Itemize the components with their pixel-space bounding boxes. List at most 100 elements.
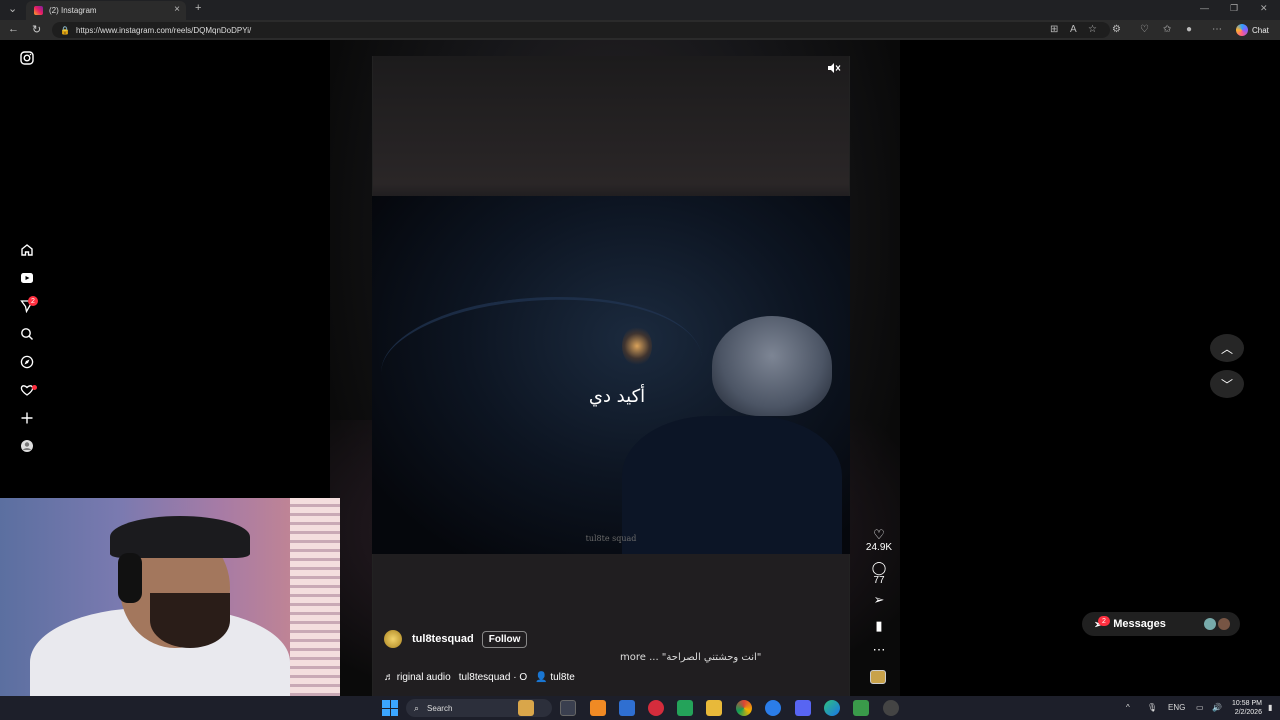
browser-essentials-icon[interactable]: ♡ xyxy=(1140,24,1149,35)
widget-icon[interactable] xyxy=(518,700,534,716)
media-player-icon[interactable] xyxy=(853,700,869,716)
language-indicator[interactable]: ENG xyxy=(1168,703,1185,712)
back-icon[interactable]: ← xyxy=(8,23,19,35)
person-cap xyxy=(110,516,250,558)
bookmark-icon: ▮ xyxy=(875,618,883,633)
minimize-icon[interactable]: — xyxy=(1200,3,1209,13)
app-icon[interactable] xyxy=(883,700,899,716)
read-aloud-icon[interactable]: A xyxy=(1070,24,1077,35)
favorites-icon[interactable]: ✩ xyxy=(1163,24,1171,35)
network-icon[interactable]: ▭ xyxy=(1196,703,1204,712)
chevron-down-icon: ﹀ xyxy=(1220,377,1233,392)
more-menu-icon[interactable]: ⋯ xyxy=(1212,24,1222,35)
task-view-icon[interactable] xyxy=(560,700,576,716)
close-window-icon[interactable]: ✕ xyxy=(1260,3,1268,14)
home-icon[interactable] xyxy=(18,241,36,259)
xbox-icon[interactable] xyxy=(677,700,693,716)
copilot-icon xyxy=(1236,24,1248,36)
windows-start-icon[interactable] xyxy=(382,700,398,716)
comment-button[interactable]: ◯ 77 xyxy=(862,560,896,587)
heart-icon[interactable] xyxy=(18,381,36,399)
file-explorer-icon[interactable] xyxy=(706,700,722,716)
next-reel-button[interactable]: ﹀ xyxy=(1210,370,1244,398)
microphone-icon[interactable]: 🎙 xyxy=(1147,703,1157,712)
discord-icon[interactable] xyxy=(795,700,811,716)
video-subtitle: أكيد دي xyxy=(588,386,646,407)
profile-avatar-icon[interactable]: ● xyxy=(1186,24,1192,35)
profile-icon[interactable] xyxy=(18,437,36,455)
soundcloud-icon[interactable] xyxy=(590,700,606,716)
opera-icon[interactable] xyxy=(648,700,664,716)
more-options-button[interactable]: ⋯ xyxy=(862,643,896,657)
copilot-chat-button[interactable]: Chat xyxy=(1232,23,1273,37)
clock-time: 10:58 PM xyxy=(1232,700,1262,707)
audio-user[interactable]: tul8tesquad · O xyxy=(459,672,527,683)
share-icon: ➢ xyxy=(873,592,885,607)
new-tab-icon[interactable]: + xyxy=(195,2,201,14)
refresh-icon[interactable]: ↻ xyxy=(32,23,41,36)
taskbar-search-label: Search xyxy=(427,703,453,713)
like-count: 24.9K xyxy=(865,542,893,553)
video-watermark: tul8te squad xyxy=(585,534,637,543)
search-icon[interactable] xyxy=(18,325,36,343)
left-sidebar: 2 xyxy=(0,40,56,500)
window-blinds xyxy=(290,498,340,696)
chrome-icon[interactable] xyxy=(736,700,752,716)
author-avatar[interactable] xyxy=(384,630,402,648)
chat-label: Chat xyxy=(1252,25,1269,35)
windows-taskbar: ⌕ Search ^ 🎙 ENG ▭ 🔊 10:58 PM 2/2/2026 ▮ xyxy=(0,696,1280,720)
headset xyxy=(118,553,142,603)
notification-dot xyxy=(32,385,37,390)
like-heart-icon: ♡ xyxy=(873,527,885,542)
address-bar-row: ← ↻ 🔒 https://www.instagram.com/reels/DQ… xyxy=(0,20,1280,40)
chevron-up-icon: ︿ xyxy=(1220,341,1233,356)
reel-author-row: tul8tesquad Follow xyxy=(384,630,528,648)
browser-tab-bar: ⌄ (2) Instagram × + — ❐ ✕ xyxy=(0,0,1280,20)
taskbar-clock[interactable]: 10:58 PM 2/2/2026 xyxy=(1232,699,1262,717)
message-avatar-2 xyxy=(1218,618,1230,630)
save-button[interactable]: ▮ xyxy=(862,619,896,633)
instagram-logo-icon[interactable] xyxy=(18,49,36,67)
browser-icon[interactable] xyxy=(765,700,781,716)
share-button[interactable]: ➢ xyxy=(862,593,896,607)
explore-icon[interactable] xyxy=(18,353,36,371)
tab-actions-icon[interactable]: ⌄ xyxy=(8,2,17,15)
volume-icon[interactable]: 🔊 xyxy=(1212,703,1222,712)
like-button[interactable]: ♡ 24.9K xyxy=(862,527,896,554)
taskbar-search-icon: ⌕ xyxy=(414,702,420,713)
reel-video[interactable]: أكيد دي tul8te squad xyxy=(372,196,850,554)
notification-center-icon[interactable]: ▮ xyxy=(1268,703,1272,712)
extensions-icon[interactable]: ⚙ xyxy=(1112,24,1121,35)
previous-reel-button[interactable]: ︿ xyxy=(1210,334,1244,362)
tagged-user-pill[interactable]: 👤 tul8te xyxy=(535,672,575,683)
url-text: https://www.instagram.com/reels/DQMqnDoD… xyxy=(75,25,252,35)
follow-button[interactable]: Follow xyxy=(481,630,528,648)
lock-icon: 🔒 xyxy=(60,25,70,35)
audio-label: riginal audio xyxy=(396,672,451,683)
webcam-overlay xyxy=(0,498,340,696)
audio-thumbnail[interactable] xyxy=(870,670,886,684)
reels-icon[interactable] xyxy=(18,269,36,287)
message-avatar-1 xyxy=(1204,618,1216,630)
edge-icon[interactable] xyxy=(824,700,840,716)
app-store-icon[interactable] xyxy=(619,700,635,716)
reel-caption[interactable]: more ... "انت وحشتني الصراحة" xyxy=(620,652,800,663)
favorite-star-icon[interactable]: ☆ xyxy=(1088,24,1097,35)
close-tab-icon[interactable]: × xyxy=(174,4,180,15)
clock-date: 2/2/2026 xyxy=(1234,709,1262,716)
plus-icon[interactable] xyxy=(18,409,36,427)
mute-icon[interactable] xyxy=(827,62,841,74)
url-field[interactable]: 🔒 https://www.instagram.com/reels/DQMqnD… xyxy=(52,22,1110,38)
audio-pill[interactable]: ♬ riginal audio xyxy=(384,672,451,683)
app-available-icon[interactable]: ⊞ xyxy=(1050,24,1058,35)
masked-person xyxy=(712,316,832,416)
messages-label: Messages xyxy=(1113,618,1166,630)
tray-overflow-icon[interactable]: ^ xyxy=(1126,703,1130,712)
browser-tab[interactable]: (2) Instagram × xyxy=(26,1,186,20)
author-username[interactable]: tul8tesquad xyxy=(412,633,474,645)
tab-title: (2) Instagram xyxy=(49,6,97,15)
instagram-favicon-icon xyxy=(34,6,43,15)
comment-icon: ◯ xyxy=(871,560,887,575)
restore-icon[interactable]: ❐ xyxy=(1230,3,1238,14)
notification-badge: 2 xyxy=(28,296,38,306)
